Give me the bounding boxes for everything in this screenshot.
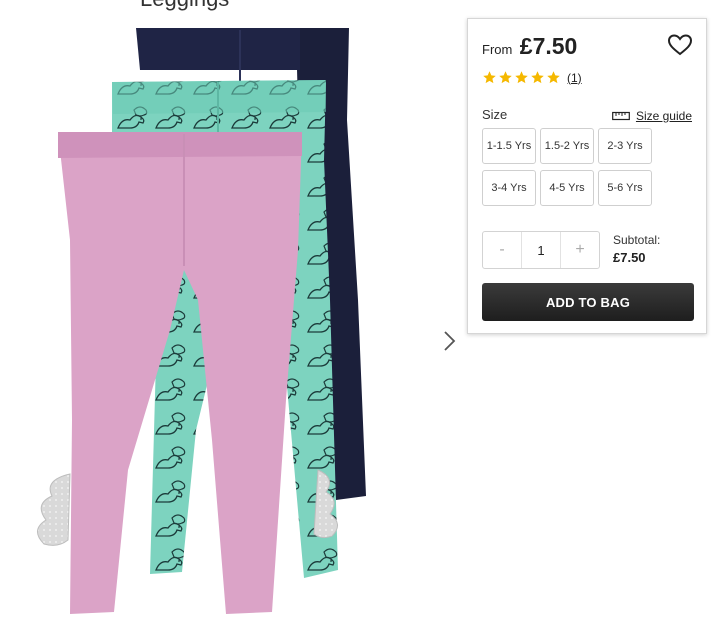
size-label: Size (482, 107, 508, 122)
size-option[interactable]: 1-1.5 Yrs (482, 128, 536, 164)
star-icon (515, 71, 528, 84)
review-count-link[interactable]: (1) (567, 71, 582, 85)
from-label: From (482, 42, 513, 57)
star-icon (499, 71, 512, 84)
size-guide-label: Size guide (635, 109, 692, 123)
chevron-right-icon[interactable] (436, 326, 462, 356)
price: £7.50 (519, 33, 578, 59)
size-options: 1-1.5 Yrs 1.5-2 Yrs 2-3 Yrs 3-4 Yrs 4-5 … (482, 128, 656, 206)
ruler-icon (612, 111, 630, 121)
size-option[interactable]: 5-6 Yrs (598, 170, 652, 206)
rating: (1) (482, 70, 582, 85)
subtotal-value: £7.50 (613, 250, 646, 265)
size-option[interactable]: 4-5 Yrs (540, 170, 594, 206)
star-icon (483, 71, 496, 84)
product-image (37, 28, 366, 614)
size-option[interactable]: 2-3 Yrs (598, 128, 652, 164)
subtotal-label: Subtotal: (613, 233, 661, 247)
quantity-stepper: - 1 + (482, 231, 600, 269)
star-rating (482, 70, 561, 85)
quantity-decrease-button[interactable]: - (483, 232, 521, 268)
heart-icon[interactable] (667, 33, 693, 57)
subtotal: Subtotal: £7.50 (613, 233, 660, 265)
size-guide-link[interactable]: Size guide (612, 109, 692, 123)
product-purchase-panel: From £7.50 (1) Size Size guide 1-1.5 Yrs… (467, 18, 707, 334)
size-option[interactable]: 3-4 Yrs (482, 170, 536, 206)
quantity-input[interactable]: 1 (521, 232, 561, 268)
quantity-increase-button[interactable]: + (561, 232, 599, 268)
size-option[interactable]: 1.5-2 Yrs (540, 128, 594, 164)
star-icon (531, 71, 544, 84)
star-icon (547, 71, 560, 84)
add-to-bag-button[interactable]: ADD TO BAG (482, 283, 694, 321)
price-row: From £7.50 (482, 33, 577, 60)
